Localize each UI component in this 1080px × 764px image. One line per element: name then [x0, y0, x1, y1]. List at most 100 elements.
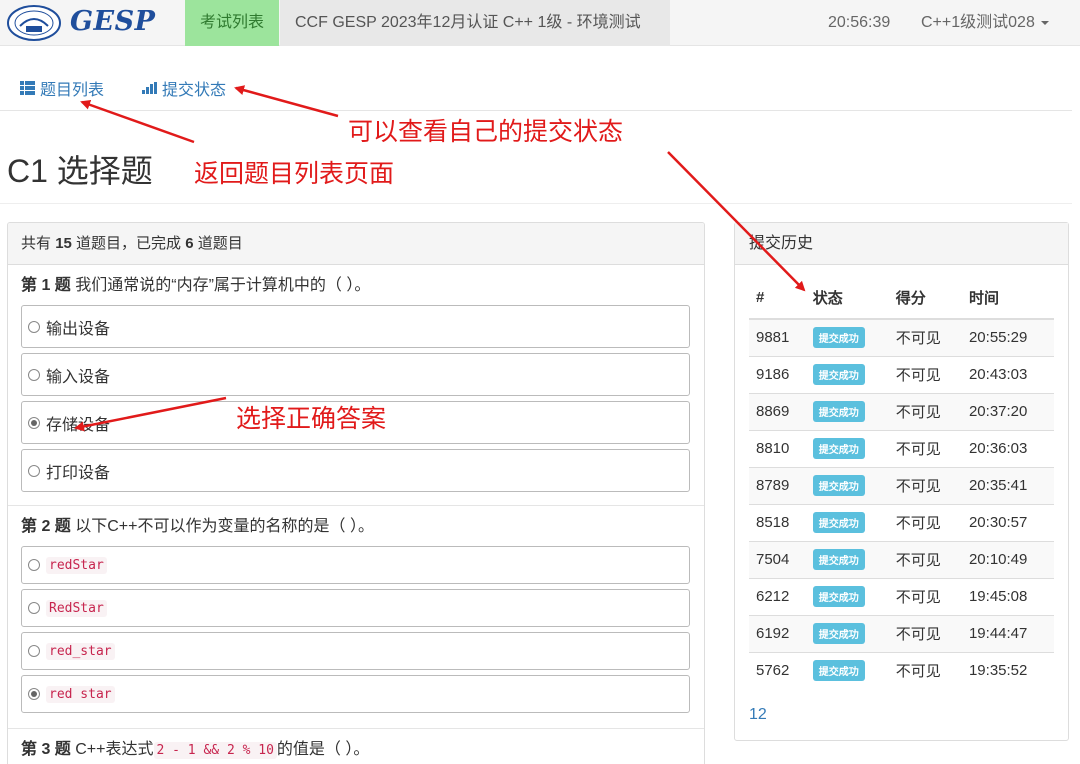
status-badge: 提交成功: [812, 586, 865, 607]
option-1a[interactable]: 输出设备: [21, 305, 690, 348]
list-icon: [20, 81, 35, 95]
page-link[interactable]: 1: [749, 706, 758, 723]
signal-bars-icon: [142, 82, 157, 94]
question-stem: 我们通常说的“内存”属于计算机中的（ ）。: [75, 277, 371, 294]
option-1d[interactable]: 打印设备: [21, 449, 690, 492]
cell-score: 不可见: [888, 540, 962, 578]
table-row[interactable]: 9881 提交成功 不可见 20:55:29: [749, 318, 1054, 356]
col-id: #: [749, 277, 806, 320]
ccf-logo[interactable]: [6, 4, 62, 42]
table-row[interactable]: 7504 提交成功 不可见 20:10:49: [749, 540, 1054, 578]
question-number: 第 1 题: [21, 277, 71, 294]
table-row[interactable]: 5762 提交成功 不可见 19:35:52: [749, 651, 1054, 689]
table-row[interactable]: 8810 提交成功 不可见 20:36:03: [749, 429, 1054, 467]
cell-status: 提交成功: [805, 466, 889, 504]
nav-exam-title[interactable]: CCF GESP 2023年12月认证 C++ 1级 - 环境测试: [280, 0, 670, 46]
option-label: 输出设备: [46, 320, 111, 338]
arrow-to-problem-list: [80, 99, 195, 144]
question-2-text: 第 2 题 以下C++不可以作为变量的名称的是（ ）。: [21, 506, 691, 546]
cell-status: 提交成功: [805, 392, 889, 430]
radio-icon[interactable]: [28, 559, 40, 571]
cell-id: 7504: [749, 540, 806, 578]
cell-status: 提交成功: [805, 651, 889, 689]
cell-score: 不可见: [888, 651, 962, 689]
radio-checked-icon[interactable]: [28, 688, 40, 700]
cell-id: 8810: [749, 429, 806, 467]
table-row[interactable]: 8869 提交成功 不可见 20:37:20: [749, 392, 1054, 430]
caret-down-icon: [1040, 20, 1049, 25]
cell-id: 6192: [749, 614, 806, 652]
radio-checked-icon[interactable]: [28, 416, 40, 429]
arrow-to-status-tab: [234, 85, 339, 118]
option-2b[interactable]: RedStar: [21, 589, 690, 627]
option-label: 存储设备: [46, 416, 111, 434]
annotation-choose-answer: 选择正确答案: [236, 405, 387, 433]
page-link[interactable]: 2: [758, 706, 767, 723]
question-2: 第 2 题 以下C++不可以作为变量的名称的是（ ）。 redStar RedS…: [8, 506, 704, 729]
radio-icon[interactable]: [28, 320, 40, 333]
status-badge: 提交成功: [812, 475, 865, 496]
cell-status: 提交成功: [805, 614, 889, 652]
question-stem: C++表达式: [75, 741, 154, 758]
question-1: 第 1 题 我们通常说的“内存”属于计算机中的（ ）。 输出设备 输入设备 存储…: [8, 265, 704, 506]
option-1b[interactable]: 输入设备: [21, 353, 690, 396]
nav-exam-list[interactable]: 考试列表: [185, 0, 279, 46]
cell-time: 20:55:29: [961, 318, 1054, 356]
summary-mid: 道题目，已完成: [76, 235, 182, 252]
cell-id: 8518: [749, 503, 806, 541]
option-2c[interactable]: red_star: [21, 632, 690, 670]
cell-status: 提交成功: [805, 540, 889, 578]
divider: [0, 110, 1072, 111]
question-stem-end: 的值是（ ）。: [276, 741, 370, 758]
option-code: redStar: [46, 556, 107, 574]
radio-icon[interactable]: [28, 464, 40, 477]
cell-time: 20:30:57: [961, 503, 1054, 541]
status-badge: 提交成功: [812, 438, 865, 459]
table-row[interactable]: 6192 提交成功 不可见 19:44:47: [749, 614, 1054, 652]
tab-problem-list[interactable]: 题目列表: [20, 76, 104, 100]
radio-icon[interactable]: [28, 368, 40, 381]
cell-time: 19:45:08: [961, 577, 1054, 615]
user-menu[interactable]: C++1级测试028: [921, 0, 1049, 46]
cell-id: 9186: [749, 355, 806, 393]
table-row[interactable]: 9186 提交成功 不可见 20:43:03: [749, 355, 1054, 393]
cell-time: 20:35:41: [961, 466, 1054, 504]
history-panel: 提交历史 # 状态 得分 时间 9881 提交成功 不可见 20:55:29 9186 提…: [734, 222, 1069, 741]
option-code: red star: [46, 685, 115, 703]
cell-score: 不可见: [888, 392, 962, 430]
table-row[interactable]: 8518 提交成功 不可见 20:30:57: [749, 503, 1054, 541]
radio-icon[interactable]: [28, 645, 40, 657]
cell-time: 20:37:20: [961, 392, 1054, 430]
option-code: RedStar: [46, 599, 107, 617]
table-row[interactable]: 6212 提交成功 不可见 19:45:08: [749, 577, 1054, 615]
option-label: 打印设备: [46, 464, 111, 482]
option-2a[interactable]: redStar: [21, 546, 690, 584]
cell-time: 20:43:03: [961, 355, 1054, 393]
history-title: 提交历史: [735, 223, 1068, 265]
brand-name[interactable]: GESP: [70, 6, 155, 37]
cell-score: 不可见: [888, 503, 962, 541]
status-badge: 提交成功: [812, 660, 865, 682]
option-code: red_star: [46, 642, 115, 660]
annotation-view-status: 可以查看自己的提交状态: [348, 118, 624, 146]
radio-icon[interactable]: [28, 602, 40, 614]
option-label: 输入设备: [46, 368, 111, 386]
question-code: 2 - 1 && 2 % 10: [153, 742, 277, 759]
col-status: 状态: [805, 277, 889, 320]
question-3: 第 3 题 C++表达式 2 - 1 && 2 % 10 的值是（ ）。: [8, 729, 704, 764]
cell-status: 提交成功: [805, 577, 889, 615]
table-row[interactable]: 8789 提交成功 不可见 20:35:41: [749, 466, 1054, 504]
cell-time: 20:10:49: [961, 540, 1054, 578]
option-2d[interactable]: red star: [21, 675, 690, 713]
annotation-back-to-list: 返回题目列表页面: [194, 160, 395, 188]
cell-status: 提交成功: [805, 318, 889, 356]
tab-submit-status[interactable]: 提交状态: [142, 76, 226, 100]
page-title: C1 选择题: [7, 153, 153, 189]
question-1-text: 第 1 题 我们通常说的“内存”属于计算机中的（ ）。: [21, 265, 691, 305]
question-3-text: 第 3 题 C++表达式 2 - 1 && 2 % 10 的值是（ ）。: [21, 729, 691, 764]
pagination: 12: [749, 706, 767, 724]
status-badge: 提交成功: [812, 401, 865, 422]
cell-id: 6212: [749, 577, 806, 615]
clock: 20:56:39: [828, 14, 891, 31]
cell-id: 5762: [749, 651, 806, 689]
